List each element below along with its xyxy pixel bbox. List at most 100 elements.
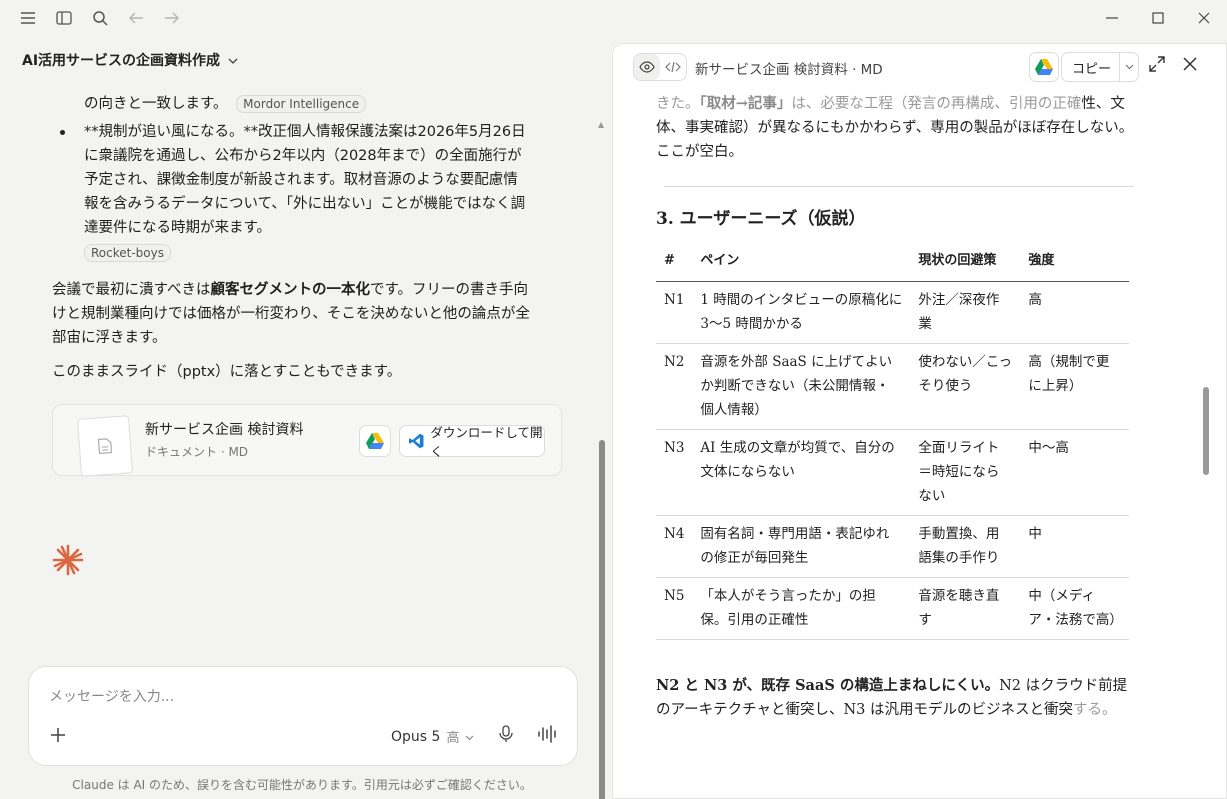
cell-intensity: 中〜高 — [1020, 429, 1129, 516]
google-drive-button[interactable] — [359, 425, 391, 457]
code-view-icon[interactable] — [660, 54, 686, 80]
citation-tag[interactable]: Mordor Intelligence — [236, 95, 367, 113]
disclaimer: Claude は AI のため、誤りを含む可能性があります。引用元は必ずご確認く… — [72, 778, 532, 792]
expand-icon[interactable] — [1149, 56, 1165, 76]
table-row: N1 1 時間のインタビューの原稿化に 3〜5 時間かかる 外注／深夜作業 高 — [656, 281, 1129, 344]
artifact-panel: きた。「取材→記事」は、必要な工程（発言の再構成、引用の正確性、文体、事実確認）… — [612, 43, 1227, 799]
cell-id: N5 — [656, 577, 693, 640]
artifact-type: ドキュメント · MD — [145, 445, 249, 459]
chevron-down-icon — [465, 729, 474, 745]
partial-line: の向きと一致します。 — [84, 96, 228, 112]
microphone-button[interactable] — [499, 725, 513, 747]
citation-tag[interactable]: Rocket-boys — [84, 244, 171, 262]
header-cell: 強度 — [1020, 241, 1129, 282]
paragraph-bold: 顧客セグメントの一本化 — [210, 282, 370, 298]
table-row: N2 音源を外部 SaaS に上げてよいか判断できない（未公開情報・個人情報） … — [656, 343, 1129, 430]
cell-pain: 固有名詞・専門用語・表記ゆれの修正が毎回発生 — [692, 515, 911, 578]
artifact-header: 新サービス企画 検討資料 · MD コピー — [613, 44, 1226, 90]
model-selector[interactable]: Opus 5 高 — [391, 727, 474, 746]
vscode-icon — [408, 433, 424, 449]
cell-pain: 1 時間のインタビューの原稿化に 3〜5 時間かかる — [692, 281, 911, 344]
view-toggle — [633, 53, 687, 81]
search-icon[interactable] — [82, 0, 118, 36]
list-item-continuation: の向きと一致します。 Mordor Intelligence — [52, 92, 532, 116]
scroll-up-arrow-icon[interactable]: ▲ — [598, 120, 604, 129]
menu-icon[interactable] — [10, 0, 46, 36]
artifact-name: 新サービス企画 検討資料 — [145, 422, 304, 438]
chat-scrollbar[interactable] — [599, 440, 605, 799]
claude-spark-icon — [52, 544, 84, 580]
preview-eye-icon[interactable] — [634, 54, 660, 80]
google-drive-icon — [366, 433, 384, 449]
faded-text: きた。 — [656, 96, 700, 112]
needs-table: # ペイン 現状の回避策 強度 N1 1 時間のインタビューの原稿化に 3〜5 … — [656, 241, 1129, 640]
message-input[interactable] — [49, 685, 549, 709]
table-row: N4 固有名詞・専門用語・表記ゆれの修正が毎回発生 手動置換、用語集の手作り 中 — [656, 515, 1129, 578]
close-panel-icon[interactable] — [1183, 56, 1197, 75]
effort-level: 高 — [446, 731, 460, 746]
back-arrow-icon[interactable] — [118, 0, 154, 36]
cell-id: N4 — [656, 515, 693, 578]
paragraph-text: 会議で最初に潰すべきは — [52, 282, 211, 298]
cell-intensity: 中 — [1020, 515, 1129, 578]
cell-workaround: 手動置換、用語集の手作り — [910, 515, 1021, 578]
window-controls — [1089, 0, 1227, 36]
artifact-scrollbar[interactable] — [1203, 387, 1209, 475]
maximize-icon[interactable] — [1135, 0, 1181, 36]
document-paragraph: N2 と N3 が、既存 SaaS の構造上まねしにくい。N2 はクラウド前提の… — [656, 674, 1136, 722]
download-label: ダウンロードして開く — [430, 425, 543, 459]
artifact-title: 新サービス企画 検討資料 · MD — [695, 62, 883, 78]
header-cell: # — [656, 241, 693, 282]
waveform-icon — [538, 725, 556, 743]
table-row: N3 AI 生成の文章が均質で、自分の文体にならない 全面リライト＝時短にならな… — [656, 429, 1129, 516]
table-header-row: # ペイン 現状の回避策 強度 — [656, 241, 1129, 282]
close-icon[interactable] — [1181, 0, 1227, 36]
forward-arrow-icon[interactable] — [154, 0, 190, 36]
message-content: の向きと一致します。 Mordor Intelligence **規制が追い風に… — [52, 92, 532, 384]
cell-id: N1 — [656, 281, 693, 344]
document-paragraph: きた。「取材→記事」は、必要な工程（発言の再構成、引用の正確性、文体、事実確認）… — [656, 92, 1136, 164]
faded-text: は、必要な工程（発言の再構成、引用の正確 — [791, 96, 1082, 112]
chevron-down-icon[interactable] — [1120, 64, 1138, 70]
minimize-icon[interactable] — [1089, 0, 1135, 36]
artifact-card[interactable]: 新サービス企画 検討資料 ドキュメント · MD ダウンロードして開く — [52, 404, 562, 477]
section-heading: 3. ユーザーニーズ（仮説） — [656, 209, 866, 229]
voice-mode-button[interactable] — [537, 725, 557, 747]
cell-workaround: 全面リライト＝時短にならない — [910, 429, 1021, 516]
download-open-button[interactable]: ダウンロードして開く — [399, 425, 545, 459]
title-bar — [0, 0, 1227, 36]
copy-button[interactable]: コピー — [1061, 52, 1139, 82]
document-content: きた。「取材→記事」は、必要な工程（発言の再構成、引用の正確性、文体、事実確認）… — [656, 90, 1136, 722]
copy-label: コピー — [1062, 53, 1120, 81]
sidebar-toggle-icon[interactable] — [46, 0, 82, 36]
cell-id: N2 — [656, 343, 693, 430]
header-cell: 現状の回避策 — [910, 241, 1021, 282]
cell-workaround: 使わない／こっそり使う — [910, 343, 1021, 430]
list-item: **規制が追い風になる。**改正個人情報保護法案は2026年5月26日に衆議院を… — [52, 120, 532, 264]
bullet-text: **規制が追い風になる。**改正個人情報保護法案は2026年5月26日に衆議院を… — [84, 124, 526, 236]
document-bold-text: N2 と N3 が、既存 SaaS の構造上まねしにくい。 — [656, 677, 1000, 694]
chat-pane: AI活用サービスの企画資料作成 の向きと一致します。 Mordor Intell… — [0, 36, 608, 799]
cell-pain: 「本人がそう言ったか」の担保。引用の正確性 — [692, 577, 911, 640]
google-drive-button[interactable] — [1029, 52, 1059, 82]
cell-workaround: 外注／深夜作業 — [910, 281, 1021, 344]
cell-id: N3 — [656, 429, 693, 516]
cell-workaround: 音源を聴き直す — [910, 577, 1021, 640]
faded-bold-text: 「取材→記事」 — [699, 95, 792, 112]
table-row: N5 「本人がそう言ったか」の担保。引用の正確性 音源を聴き直す 中（メディア・… — [656, 577, 1129, 640]
faded-text: する。 — [1073, 702, 1117, 718]
chevron-down-icon — [228, 52, 238, 68]
paragraph: 会議で最初に潰すべきは顧客セグメントの一本化です。フリーの書き手向けと規制業種向… — [52, 278, 532, 350]
cell-intensity: 高 — [1020, 281, 1129, 344]
divider — [664, 186, 1134, 187]
plus-icon — [51, 728, 65, 742]
cell-intensity: 中（メディア・法務で高） — [1020, 577, 1129, 640]
conversation-title-text: AI活用サービスの企画資料作成 — [22, 53, 221, 69]
cell-intensity: 高（規制で更に上昇） — [1020, 343, 1129, 430]
add-attachment-button[interactable] — [51, 723, 65, 748]
paragraph: このままスライド（pptx）に落とすこともできます。 — [52, 364, 402, 380]
message-composer: Opus 5 高 — [28, 666, 578, 766]
cell-pain: AI 生成の文章が均質で、自分の文体にならない — [692, 429, 911, 516]
header-cell: ペイン — [692, 241, 911, 282]
conversation-title[interactable]: AI活用サービスの企画資料作成 — [22, 50, 238, 70]
